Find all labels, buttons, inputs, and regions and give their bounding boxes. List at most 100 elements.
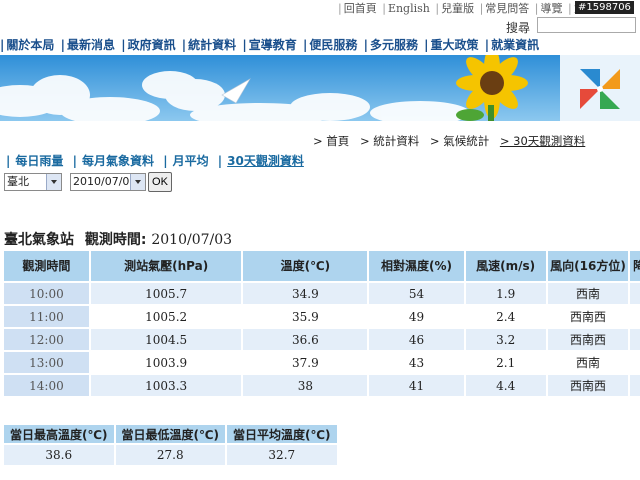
cell-wind-speed: 3.2 — [465, 329, 546, 350]
col-header-wind-direction: 風向(16方位) — [547, 251, 629, 281]
separator: | — [338, 2, 342, 15]
cell-humidity: 46 — [369, 329, 464, 350]
link-kids[interactable]: 兒童版 — [441, 2, 474, 15]
breadcrumb-home[interactable]: > 首頁 — [313, 133, 349, 149]
nav-statistics[interactable]: 統計資料 — [186, 36, 238, 53]
separator: | — [435, 2, 440, 15]
search-label: 搜尋 — [506, 21, 531, 35]
cell-temperature: 37.9 — [243, 352, 368, 373]
cell-time: 13:00 — [4, 352, 89, 373]
table-row: 14:00 1003.3 38 41 4.4 西南西 — [4, 375, 640, 396]
cell-precipitation — [630, 329, 640, 350]
nav-multi-services[interactable]: 多元服務 — [368, 36, 420, 53]
date-select[interactable]: 2010/07/03 — [70, 173, 146, 191]
cell-pressure: 1003.3 — [90, 375, 242, 396]
table-row: 11:00 1005.2 35.9 49 2.4 西南西 — [4, 306, 640, 327]
summary-header-max: 當日最高溫度(℃) — [4, 425, 114, 443]
banner-image — [0, 55, 640, 121]
main-nav: | 關於本局 | 最新消息 | 政府資訊 | 統計資料 | 宣導教育 | 便民服務 | 多元服… — [0, 36, 541, 53]
cell-time: 10:00 — [4, 283, 89, 304]
breadcrumb: > 首頁 > 統計資料 > 氣候統計 > 30天觀測資料 — [313, 133, 592, 149]
cell-humidity: 54 — [369, 283, 464, 304]
cell-wind-direction: 西南 — [547, 283, 629, 304]
table-header-row: 觀測時間 測站氣壓(hPa) 溫度(℃) 相對濕度(%) 風速(m/s) 風向(… — [4, 251, 640, 281]
daily-summary-table: 當日最高溫度(℃) 當日最低溫度(℃) 當日平均溫度(℃) 38.6 27.8 … — [2, 423, 339, 467]
chevron-down-icon — [46, 174, 61, 190]
cell-temperature: 38 — [243, 375, 368, 396]
col-header-temperature: 溫度(℃) — [243, 251, 368, 281]
nav-education[interactable]: 宣導教育 — [247, 36, 299, 53]
separator: | — [382, 2, 386, 15]
table-row: 10:00 1005.7 34.9 54 1.9 西南 — [4, 283, 640, 304]
cell-humidity: 41 — [369, 375, 464, 396]
nav-about[interactable]: 關於本局 — [4, 36, 56, 53]
breadcrumb-climate[interactable]: > 氣候統計 — [430, 133, 489, 149]
tab-30day-data[interactable]: 30天觀測資料 — [227, 152, 304, 169]
summary-min-value: 27.8 — [115, 445, 226, 465]
cell-time: 11:00 — [4, 306, 89, 327]
nav-gov-info[interactable]: 政府資訊 — [126, 36, 178, 53]
breadcrumb-statistics[interactable]: > 統計資料 — [360, 133, 419, 149]
observation-table: 觀測時間 測站氣壓(hPa) 溫度(℃) 相對濕度(%) 風速(m/s) 風向(… — [2, 249, 640, 398]
id-badge: #1598706 — [575, 1, 634, 14]
link-home[interactable]: 回首頁 — [344, 2, 377, 15]
chevron-down-icon — [130, 174, 145, 190]
col-header-pressure: 測站氣壓(hPa) — [90, 251, 242, 281]
station-select[interactable]: 臺北 — [4, 173, 62, 191]
pinwheel-icon — [580, 69, 620, 109]
nav-policy[interactable]: 重大政策 — [429, 36, 481, 53]
date-select-value: 2010/07/03 — [73, 175, 137, 188]
summary-max-value: 38.6 — [4, 445, 114, 465]
observation-date: 2010/07/03 — [151, 232, 233, 248]
breadcrumb-current[interactable]: > 30天觀測資料 — [500, 133, 585, 149]
station-title: 臺北氣象站 觀測時間: 2010/07/03 — [4, 229, 232, 249]
cell-wind-speed: 4.4 — [465, 375, 546, 396]
cell-pressure: 1005.7 — [90, 283, 242, 304]
link-english[interactable]: English — [388, 2, 430, 15]
cell-humidity: 49 — [369, 306, 464, 327]
cell-wind-speed: 1.9 — [465, 283, 546, 304]
station-select-value: 臺北 — [7, 175, 29, 188]
tab-monthly-weather[interactable]: 每月氣象資料 — [82, 152, 154, 169]
cell-precipitation — [630, 283, 640, 304]
cell-temperature: 34.9 — [243, 283, 368, 304]
cell-humidity: 43 — [369, 352, 464, 373]
cell-precipitation — [630, 306, 640, 327]
col-header-time: 觀測時間 — [4, 251, 89, 281]
cell-wind-direction: 西南西 — [547, 375, 629, 396]
tab-daily-rain[interactable]: 每日雨量 — [15, 152, 63, 169]
separator: | — [568, 2, 572, 15]
cell-pressure: 1005.2 — [90, 306, 242, 327]
summary-avg-value: 32.7 — [227, 445, 337, 465]
station-name: 臺北氣象站 — [4, 232, 74, 248]
summary-header-avg: 當日平均溫度(℃) — [227, 425, 337, 443]
cell-temperature: 36.6 — [243, 329, 368, 350]
observation-time-label: 觀測時間: — [84, 232, 147, 248]
summary-header-row: 當日最高溫度(℃) 當日最低溫度(℃) 當日平均溫度(℃) — [4, 425, 337, 443]
col-header-wind-speed: 風速(m/s) — [465, 251, 546, 281]
ok-button[interactable]: OK — [148, 172, 172, 192]
table-row: 12:00 1004.5 36.6 46 3.2 西南西 — [4, 329, 640, 350]
cell-pressure: 1003.9 — [90, 352, 242, 373]
cell-precipitation — [630, 375, 640, 396]
summary-header-min: 當日最低溫度(℃) — [115, 425, 226, 443]
nav-employment[interactable]: 就業資訊 — [489, 36, 541, 53]
cell-wind-speed: 2.4 — [465, 306, 546, 327]
nav-services[interactable]: 便民服務 — [307, 36, 359, 53]
tab-monthly-average[interactable]: 月平均 — [173, 152, 209, 169]
cell-wind-direction: 西南西 — [547, 329, 629, 350]
nav-news[interactable]: 最新消息 — [65, 36, 117, 53]
cell-time: 12:00 — [4, 329, 89, 350]
link-faq[interactable]: 常見問答 — [485, 2, 529, 15]
search-input[interactable] — [537, 17, 636, 33]
separator: | — [534, 2, 539, 15]
table-row: 13:00 1003.9 37.9 43 2.1 西南 — [4, 352, 640, 373]
sub-nav: | 每日雨量 | 每月氣象資料 | 月平均 | 30天觀測資料 — [6, 152, 304, 169]
cell-wind-speed: 2.1 — [465, 352, 546, 373]
cell-temperature: 35.9 — [243, 306, 368, 327]
col-header-precipitation: 降水 — [630, 251, 640, 281]
link-guide[interactable]: 導覽 — [541, 2, 563, 15]
cell-time: 14:00 — [4, 375, 89, 396]
summary-value-row: 38.6 27.8 32.7 — [4, 445, 337, 465]
header-banner — [0, 55, 640, 121]
